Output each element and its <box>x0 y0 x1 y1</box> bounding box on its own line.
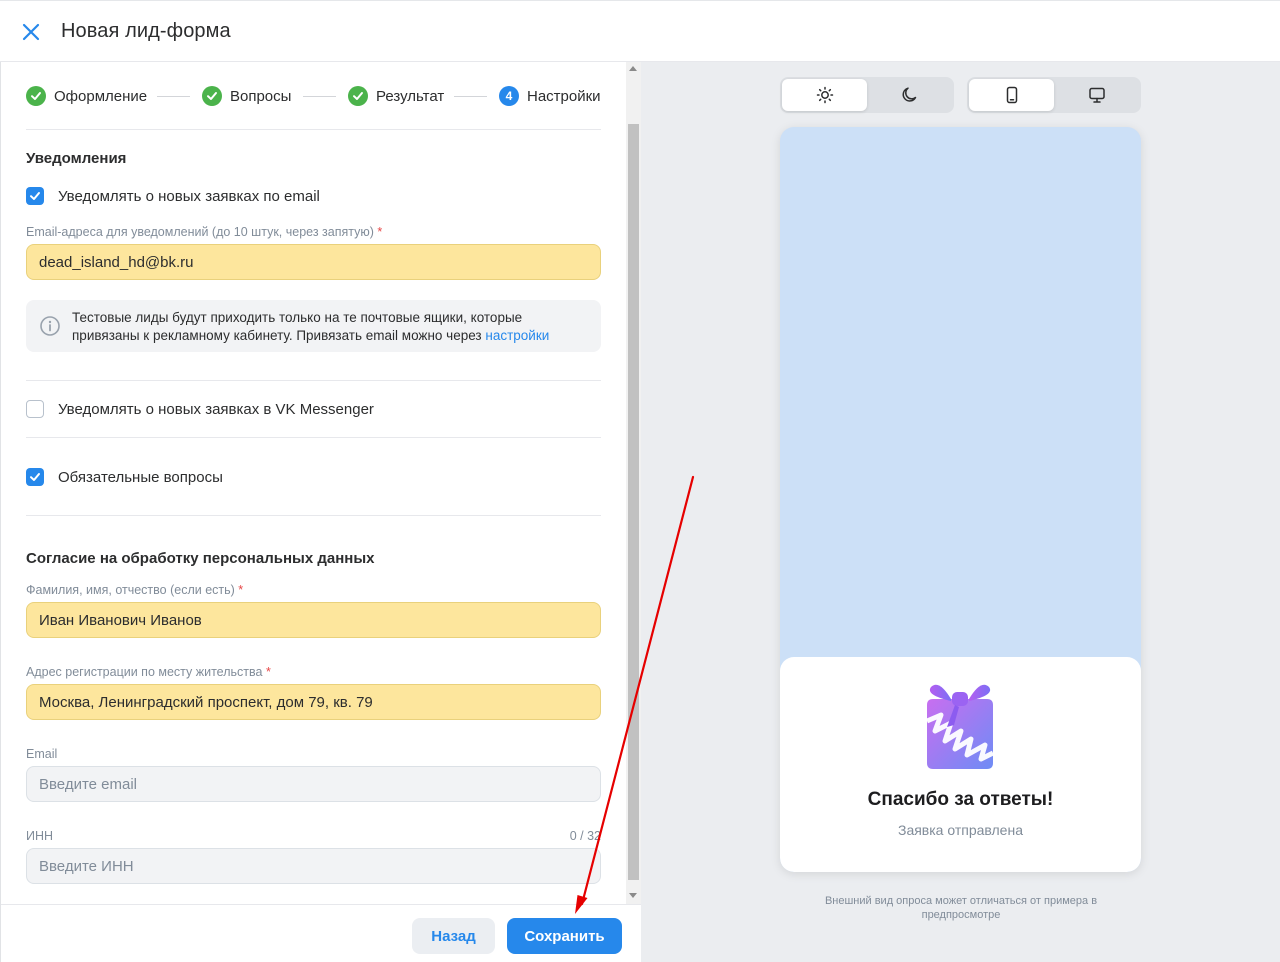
settings-scroll-area: Оформление Вопросы Результат 4 Настройки… <box>1 62 625 904</box>
settings-panel: Оформление Вопросы Результат 4 Настройки… <box>0 62 642 962</box>
close-icon[interactable] <box>18 19 44 45</box>
step-questions[interactable]: Вопросы <box>202 84 291 108</box>
step-label: Оформление <box>54 87 148 105</box>
save-button[interactable]: Сохранить <box>507 918 622 954</box>
divider <box>26 437 601 438</box>
info-text-body: Тестовые лиды будут приходить только на … <box>72 310 523 343</box>
field-label-text: Фамилия, имя, отчество (если есть) <box>26 583 235 597</box>
inn-input[interactable]: Введите ИНН <box>26 848 601 884</box>
phone-icon <box>1006 86 1017 104</box>
step-connector <box>157 96 190 97</box>
thank-you-subtitle: Заявка отправлена <box>897 822 1023 838</box>
field-label-text: Адрес регистрации по месту жительства <box>26 665 263 679</box>
stepper: Оформление Вопросы Результат 4 Настройки <box>26 84 602 108</box>
desktop-view-button[interactable] <box>1054 79 1139 111</box>
divider <box>26 515 601 516</box>
scrollbar-thumb[interactable] <box>628 124 639 880</box>
step-number-badge: 4 <box>499 86 519 106</box>
mobile-view-button[interactable] <box>969 79 1054 111</box>
step-result[interactable]: Результат <box>348 84 444 108</box>
email-notify-checkbox[interactable]: Уведомлять о новых заявках по email <box>26 185 320 207</box>
email-recipients-input[interactable]: dead_island_hd@bk.ru <box>26 244 601 280</box>
required-questions-checkbox[interactable]: Обязательные вопросы <box>26 466 223 488</box>
required-mark: * <box>238 583 244 597</box>
thank-you-card: Спасибо за ответы! Заявка отправлена <box>780 657 1141 872</box>
scrollbar[interactable] <box>626 62 641 904</box>
sun-icon <box>816 86 833 104</box>
checkbox-checked-icon[interactable] <box>26 468 44 486</box>
theme-toggle <box>780 77 954 113</box>
checkbox-label: Уведомлять о новых заявках в VK Messenge… <box>58 400 374 418</box>
light-theme-button[interactable] <box>782 79 867 111</box>
scroll-down-arrow-icon[interactable] <box>629 893 637 898</box>
step-connector <box>454 96 487 97</box>
back-button[interactable]: Назад <box>412 918 495 954</box>
settings-link[interactable]: настройки <box>485 328 549 343</box>
vk-messenger-checkbox[interactable]: Уведомлять о новых заявках в VK Messenge… <box>26 398 374 420</box>
consent-title: Согласие на обработку персональных данны… <box>26 550 375 567</box>
info-icon <box>39 315 61 337</box>
email-label: Email <box>26 747 58 761</box>
full-name-input[interactable]: Иван Иванович Иванов <box>26 602 601 638</box>
check-icon <box>348 86 368 106</box>
step-settings[interactable]: 4 Настройки <box>499 84 601 108</box>
field-label-text: Email-адреса для уведомлений (до 10 штук… <box>26 225 374 239</box>
thank-you-title: Спасибо за ответы! <box>867 789 1054 810</box>
required-mark: * <box>377 225 383 239</box>
monitor-icon <box>1088 87 1105 103</box>
page-title: Новая лид-форма <box>61 20 231 42</box>
device-toggle <box>967 77 1141 113</box>
full-name-label: Фамилия, имя, отчество (если есть) * <box>26 583 243 597</box>
required-mark: * <box>265 665 271 679</box>
inn-counter: 0 / 32 <box>569 829 601 843</box>
step-label: Вопросы <box>230 87 292 105</box>
scroll-up-arrow-icon[interactable] <box>629 66 637 71</box>
checkbox-label: Уведомлять о новых заявках по email <box>58 187 320 205</box>
step-design[interactable]: Оформление <box>26 84 147 108</box>
preview-note: Внешний вид опроса может отличаться от п… <box>824 895 1098 921</box>
preview-panel: Спасибо за ответы! Заявка отправлена Вне… <box>641 62 1280 962</box>
dark-theme-button[interactable] <box>867 79 952 111</box>
check-icon <box>26 86 46 106</box>
checkbox-label: Обязательные вопросы <box>58 468 223 486</box>
inn-label: ИНН <box>26 829 54 843</box>
check-icon <box>202 86 222 106</box>
gift-icon <box>926 684 995 769</box>
step-label: Результат <box>376 87 445 105</box>
checkbox-unchecked-icon[interactable] <box>26 400 44 418</box>
checkbox-checked-icon[interactable] <box>26 187 44 205</box>
address-input[interactable]: Москва, Ленинградский проспект, дом 79, … <box>26 684 601 720</box>
address-label: Адрес регистрации по месту жительства * <box>26 665 271 679</box>
moon-icon <box>902 87 916 102</box>
notifications-title: Уведомления <box>26 150 127 167</box>
header-bar: Новая лид-форма <box>0 0 1280 62</box>
email-recipients-label: Email-адреса для уведомлений (до 10 штук… <box>26 225 382 239</box>
step-connector <box>303 96 336 97</box>
step-label: Настройки <box>527 87 601 105</box>
form-footer: Назад Сохранить <box>1 904 642 962</box>
email-input[interactable]: Введите email <box>26 766 601 802</box>
info-box: Тестовые лиды будут приходить только на … <box>26 300 601 352</box>
info-text: Тестовые лиды будут приходить только на … <box>72 309 592 345</box>
divider <box>26 380 601 381</box>
divider <box>26 129 601 130</box>
phone-preview: Спасибо за ответы! Заявка отправлена <box>780 127 1141 872</box>
